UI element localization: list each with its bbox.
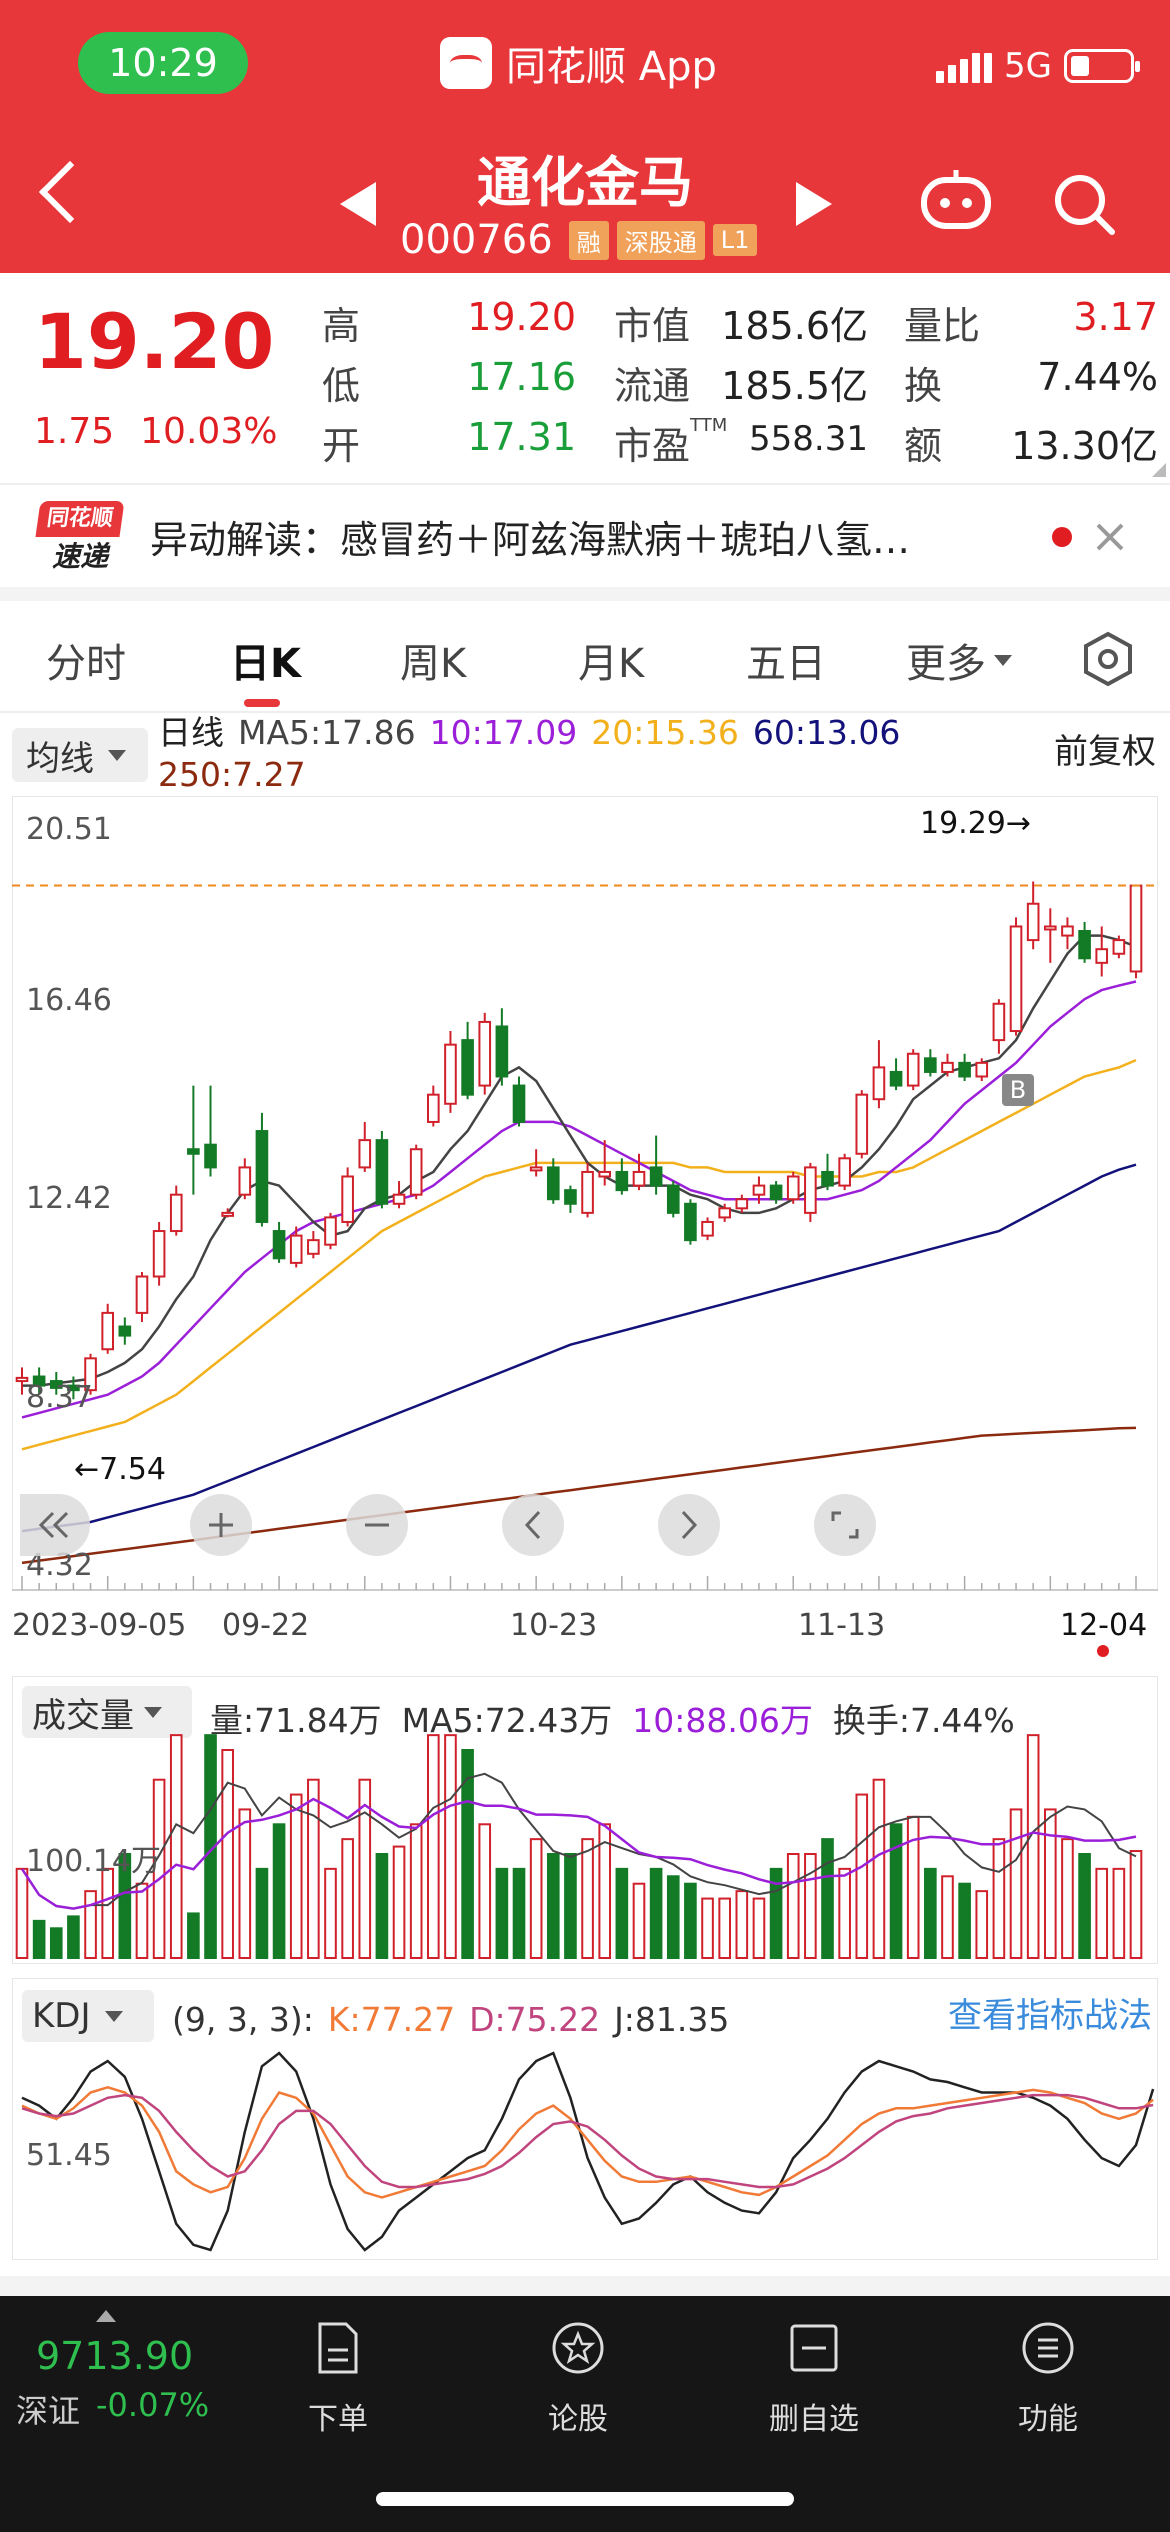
- index-value[interactable]: 9713.90: [36, 2334, 193, 2378]
- menu-circle-icon: [1022, 2322, 1074, 2374]
- section-gap: [0, 2276, 1170, 2296]
- nav-functions[interactable]: 功能: [978, 2320, 1118, 2438]
- order-document-icon: [318, 2322, 358, 2374]
- home-indicator: [376, 2492, 794, 2506]
- nav-discuss[interactable]: 论股: [508, 2320, 648, 2438]
- kdj-chart[interactable]: [0, 0, 1170, 2270]
- index-name: 深证: [16, 2392, 81, 2430]
- index-change: -0.07%: [96, 2386, 210, 2424]
- kdj-j-line: [21, 2051, 1155, 2252]
- remove-square-icon: [790, 2324, 838, 2372]
- expand-index-icon[interactable]: [96, 2310, 116, 2322]
- nav-place-order[interactable]: 下单: [268, 2320, 408, 2438]
- kdj-y-tick: 51.45: [26, 2138, 112, 2173]
- nav-remove-watchlist[interactable]: 删自选: [744, 2320, 884, 2438]
- star-chat-icon: [552, 2322, 604, 2374]
